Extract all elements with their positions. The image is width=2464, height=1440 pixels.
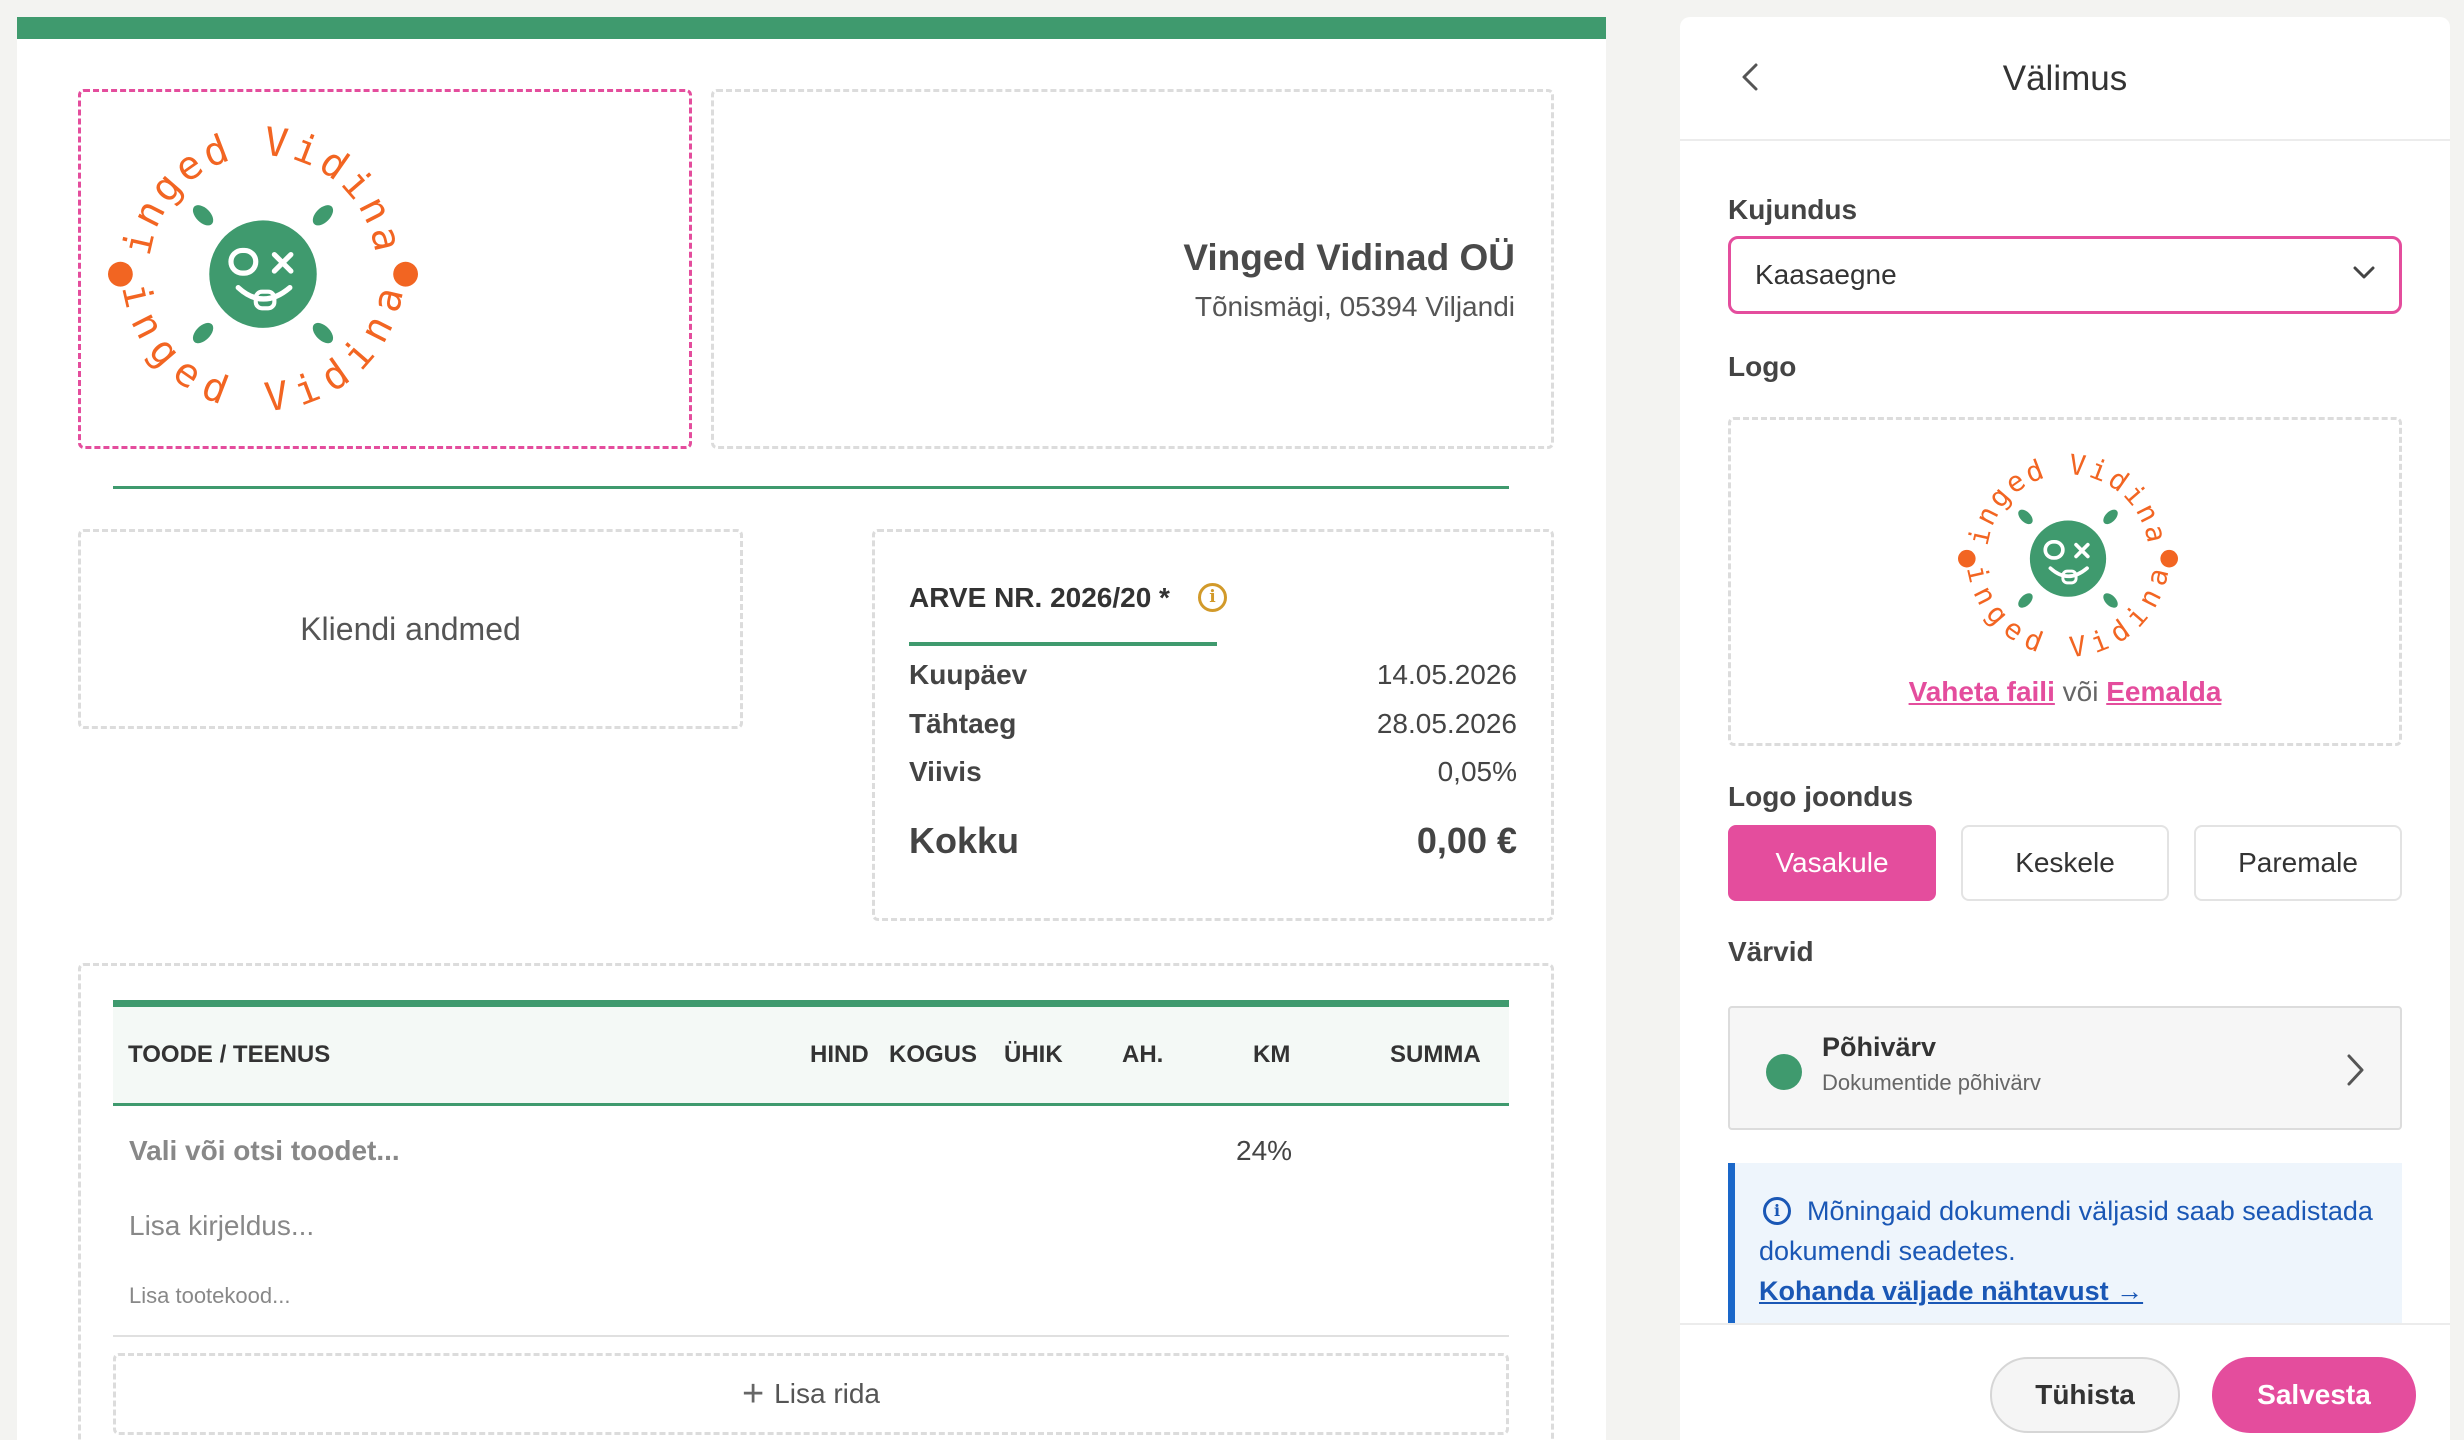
- invoice-total-label: Kokku: [909, 820, 1020, 861]
- invoice-document: Vinged Vidinad Vinged Vidinad Vinged Vid…: [17, 17, 1606, 1440]
- appearance-panel: Välimus Kujundus Kaasaegne Logo Vinged V…: [1680, 17, 2450, 1440]
- logo-preview: Vinged Vidinad Vinged Vidinad: [1958, 445, 2178, 664]
- vat-cell[interactable]: 24%: [1236, 1135, 1292, 1167]
- invoice-date-label: Kuupäev: [909, 659, 1028, 690]
- client-area[interactable]: Kliendi andmed: [78, 529, 743, 729]
- logo-label: Logo: [1728, 351, 1797, 382]
- col-unit: ÜHIK: [1004, 1041, 1063, 1068]
- col-quantity: KOGUS: [889, 1041, 978, 1068]
- col-product: TOODE / TEENUS: [128, 1041, 331, 1068]
- chevron-down-icon: [2353, 266, 2375, 279]
- design-select[interactable]: Kaasaegne: [1728, 236, 2402, 314]
- align-center-button[interactable]: Keskele: [1961, 825, 2169, 901]
- invoice-total-value: 0,00 €: [1416, 820, 1517, 861]
- company-info-area[interactable]: Vinged Vidinad OÜ Tõnismägi, 05394 Vilja…: [711, 89, 1554, 449]
- plus-icon: +: [741, 1373, 765, 1415]
- invoice-penalty-label: Viivis: [909, 756, 982, 787]
- panel-header: Välimus: [1680, 17, 2450, 141]
- logo-or-text: või: [2054, 676, 2107, 707]
- save-button[interactable]: Salvesta: [2212, 1357, 2416, 1433]
- primary-color-subtitle: Dokumentide põhivärv: [1822, 1070, 2041, 1095]
- add-row-button[interactable]: + Lisa rida: [113, 1353, 1509, 1435]
- product-input[interactable]: Vali või otsi toodet...: [129, 1135, 400, 1167]
- invoice-meta-area[interactable]: ARVE NR. 2026/20 * i Kuupäev 14.05.2026 …: [872, 529, 1554, 921]
- add-row-label: Lisa rida: [774, 1378, 881, 1409]
- design-label: Kujundus: [1728, 194, 1858, 225]
- cancel-button[interactable]: Tühista: [1990, 1357, 2180, 1433]
- logo-area[interactable]: Vinged Vidinad Vinged Vidinad: [78, 89, 692, 449]
- align-right-button[interactable]: Paremale: [2194, 825, 2402, 901]
- change-file-link[interactable]: Vaheta faili: [1909, 676, 2055, 707]
- invoice-due-label: Tähtaeg: [909, 708, 1017, 739]
- line-divider: [113, 1335, 1509, 1337]
- invoice-due-value: 28.05.2026: [1376, 708, 1517, 739]
- align-left-button[interactable]: Vasakule: [1728, 825, 1936, 901]
- info-text: Mõningaid dokumendi väljasid saab seadis…: [1759, 1196, 2373, 1266]
- colors-label: Värvid: [1728, 936, 1814, 967]
- company-address: Tõnismägi, 05394 Viljandi: [1194, 291, 1515, 322]
- invoice-penalty-value: 0,05%: [1437, 756, 1517, 787]
- chevron-right-icon: [2347, 1054, 2364, 1086]
- col-vat: KM: [1253, 1041, 1291, 1068]
- logo-alignment-label: Logo joondus: [1728, 781, 1914, 812]
- invoice-row-penalty[interactable]: Viivis 0,05%: [909, 756, 1517, 788]
- company-name: Vinged Vidinad OÜ: [1183, 237, 1515, 278]
- header-divider: [113, 486, 1509, 489]
- table-header: TOODE / TEENUS HIND KOGUS ÜHIK AH. KM SU…: [113, 1000, 1509, 1106]
- primary-color-row[interactable]: Põhivärv Dokumentide põhivärv: [1728, 1006, 2402, 1130]
- invoice-number: ARVE NR. 2026/20 *: [909, 582, 1170, 613]
- product-code-input[interactable]: Lisa tootekood...: [129, 1283, 290, 1309]
- company-logo: Vinged Vidinad Vinged Vidinad: [108, 114, 418, 421]
- remove-logo-link[interactable]: Eemalda: [2106, 676, 2221, 707]
- panel-footer: Tühista Salvesta: [1680, 1323, 2450, 1440]
- client-placeholder: Kliendi andmed: [300, 610, 521, 647]
- col-price: HIND: [810, 1041, 869, 1068]
- col-sum: SUMMA: [1390, 1041, 1481, 1068]
- info-notice: i Mõningaid dokumendi väljasid saab sead…: [1728, 1163, 2402, 1338]
- panel-title: Välimus: [2002, 59, 2128, 98]
- design-select-value: Kaasaegne: [1755, 259, 1897, 290]
- logo-actions: Vaheta faili või Eemalda: [1731, 676, 2399, 708]
- invoice-total-row: Kokku 0,00 €: [909, 820, 1517, 862]
- logo-upload-area[interactable]: Vinged Vidinad Vinged Vidinad Vaheta fai…: [1728, 417, 2402, 746]
- primary-color-title: Põhivärv: [1822, 1032, 1937, 1062]
- invoice-title-underline: [909, 642, 1217, 646]
- color-swatch: [1766, 1054, 1802, 1090]
- invoice-row-due[interactable]: Tähtaeg 28.05.2026: [909, 708, 1517, 740]
- customize-fields-link[interactable]: Kohanda väljade nähtavust →: [1759, 1271, 2143, 1311]
- info-icon[interactable]: i: [1198, 583, 1227, 612]
- col-discount: AH.: [1122, 1041, 1164, 1068]
- invoice-row-date[interactable]: Kuupäev 14.05.2026: [909, 659, 1517, 691]
- description-input[interactable]: Lisa kirjeldus...: [129, 1210, 314, 1242]
- invoice-date-value: 14.05.2026: [1376, 659, 1517, 690]
- document-top-bar: [17, 17, 1606, 39]
